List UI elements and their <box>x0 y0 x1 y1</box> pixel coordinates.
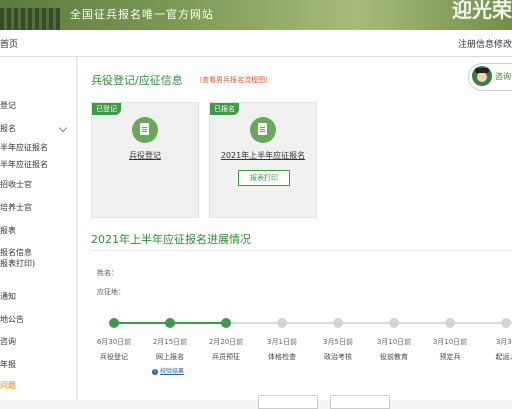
sidebar-item-signup[interactable]: 报名 <box>0 124 16 134</box>
step-dot <box>501 318 511 328</box>
signup-card[interactable]: 已报名 2021年上半年应征报名 报表打印 <box>209 102 317 218</box>
document-icon <box>132 117 158 143</box>
sidebar-item-nco-recruit[interactable]: 招收士官 <box>0 180 32 190</box>
site-header: 全国征兵报名唯一官方网站 迎光荣 <box>0 0 512 30</box>
slogan: 迎光荣 <box>452 0 512 22</box>
sidebar-item-report-print[interactable]: 报表打印) <box>0 259 35 269</box>
print-report-button[interactable]: 报表打印 <box>238 170 290 186</box>
section-title: 兵役登记/应征信息 <box>91 74 183 87</box>
sidebar-item-second-half-signup[interactable]: 半年应征报名 <box>0 160 48 170</box>
step-dot <box>333 318 343 328</box>
top-nav: 首页 注册信息修改 <box>0 30 512 57</box>
check-result-link[interactable]: i 校验结果 <box>152 366 184 375</box>
step-label: 政治考核 <box>324 353 352 361</box>
sidebar-item-faq[interactable]: 问题 <box>0 381 16 391</box>
step-label: 役前教育 <box>380 353 408 361</box>
status-badge: 已报名 <box>210 103 239 115</box>
sidebar-item-first-half-signup[interactable]: 半年应征报名 <box>0 143 48 153</box>
location-label: 应征地： <box>97 288 125 296</box>
step-date: 6月30日前 <box>96 338 132 346</box>
step-dot <box>165 318 175 328</box>
step-date: 3月10日前 <box>376 338 412 346</box>
sidebar-item-signup-info[interactable]: 报名信息 <box>0 248 32 258</box>
document-icon <box>250 117 276 143</box>
card-label[interactable]: 兵役登记 <box>92 150 198 161</box>
avatar-face <box>477 72 487 82</box>
sidebar-item-nco-training[interactable]: 培养士官 <box>0 203 32 213</box>
step-label: 起运入 <box>495 353 512 361</box>
sidebar-item-notices[interactable]: 通知 <box>0 292 16 302</box>
check-result-label: 校验结果 <box>160 368 185 375</box>
name-label: 姓名： <box>97 269 118 277</box>
step-dot <box>109 318 119 328</box>
step-label: 体格检查 <box>268 353 296 361</box>
card-label[interactable]: 2021年上半年应征报名 <box>210 150 316 161</box>
sidebar: 登记 报名 半年应征报名 半年应征报名 招收士官 培养士官 报表 报名信息 报表… <box>0 57 77 400</box>
step-date: 3月5日前 <box>323 338 353 346</box>
process-chart-link[interactable]: （查看男兵报名流程图） <box>195 75 272 85</box>
status-badge: 已登记 <box>92 103 121 115</box>
step-label: 兵员预征 <box>212 353 240 361</box>
main-panel: 兵役登记/应征信息 （查看男兵报名流程图） 咨询 已登记 兵役登记 已报名 20… <box>78 57 512 409</box>
step-dot <box>277 318 287 328</box>
home-link[interactable]: 首页 <box>0 37 18 50</box>
step-date: 2月15日前 <box>152 338 188 346</box>
step-date: 2月20日前 <box>208 338 244 346</box>
avatar-hat <box>475 68 489 73</box>
sidebar-item-annual-report[interactable]: 年报 <box>0 360 16 370</box>
registration-card[interactable]: 已登记 兵役登记 <box>91 102 199 218</box>
chevron-down-icon[interactable] <box>58 123 68 133</box>
step-label: 兵役登记 <box>100 353 128 361</box>
sidebar-item-registration[interactable]: 登记 <box>0 101 16 111</box>
progress-title: 2021年上半年应征报名进展情况 <box>91 233 251 246</box>
bottom-button-left[interactable] <box>258 395 318 409</box>
sidebar-item-local-announcements[interactable]: 地公告 <box>0 315 24 325</box>
consult-button[interactable]: 咨询 <box>468 63 512 91</box>
divider <box>91 250 512 251</box>
sidebar-item-consult[interactable]: 咨询 <box>0 337 16 347</box>
step-dot <box>445 318 455 328</box>
consult-label: 咨询 <box>495 72 511 81</box>
step-date: 3月10日前 <box>432 338 468 346</box>
step-dot <box>221 318 231 328</box>
info-icon: i <box>152 369 158 375</box>
sidebar-item-reports[interactable]: 报表 <box>0 226 16 236</box>
step-dot <box>389 318 399 328</box>
bottom-button-right[interactable] <box>330 395 390 409</box>
step-date: 3月30 <box>495 338 512 346</box>
step-date: 3月1日前 <box>267 338 297 346</box>
avatar <box>472 66 492 86</box>
site-title: 全国征兵报名唯一官方网站 <box>70 8 214 21</box>
step-label: 网上报名 <box>156 353 184 361</box>
step-label: 预定兵 <box>439 353 461 361</box>
soldiers-image <box>0 8 60 30</box>
account-link[interactable]: 注册信息修改 <box>458 37 512 50</box>
